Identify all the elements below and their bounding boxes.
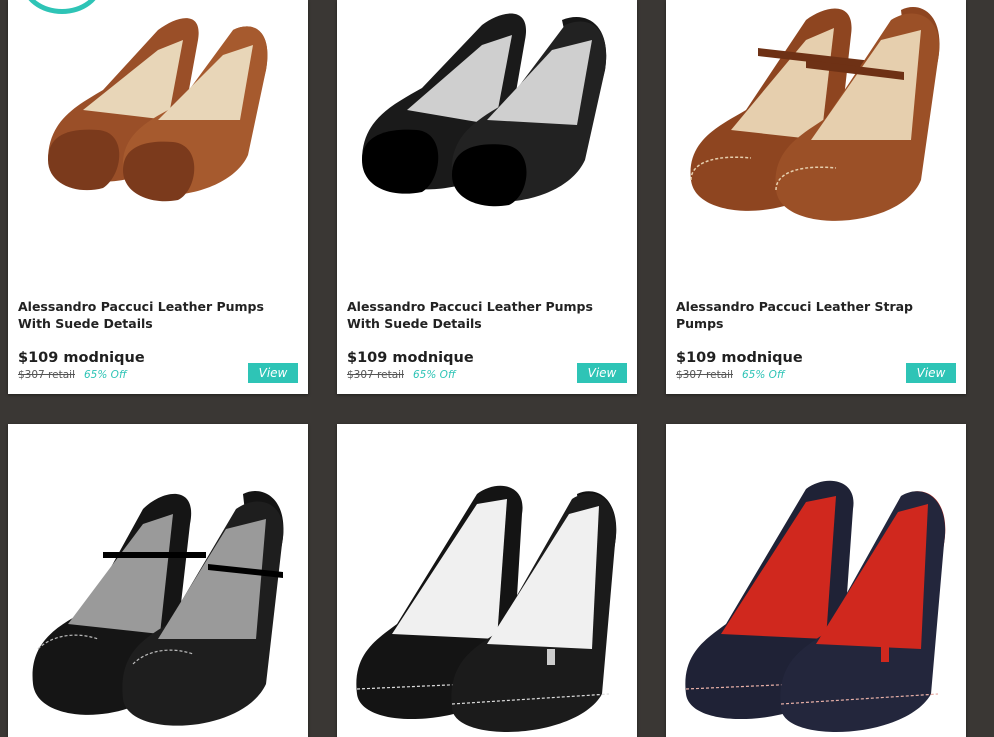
- product-image[interactable]: [8, 0, 308, 280]
- product-card[interactable]: [337, 424, 637, 737]
- product-image[interactable]: [8, 424, 308, 737]
- product-discount: 65% Off: [84, 369, 127, 381]
- product-card[interactable]: [666, 424, 966, 737]
- product-image[interactable]: [666, 0, 966, 280]
- product-discount: 65% Off: [413, 369, 456, 381]
- product-image[interactable]: [337, 0, 637, 280]
- product-card[interactable]: Alessandro Paccuci Leather Strap Pumps $…: [666, 0, 966, 394]
- black-suede-pumps-image: [362, 13, 607, 207]
- product-title[interactable]: Alessandro Paccuci Leather Pumps With Su…: [347, 298, 627, 332]
- product-retail-price: $307 retail: [676, 369, 733, 381]
- product-card[interactable]: [8, 424, 308, 737]
- product-card[interactable]: Alessandro Paccuci Leather Pumps With Su…: [8, 0, 308, 394]
- view-button[interactable]: View: [906, 363, 956, 383]
- product-price: $109 modnique: [18, 350, 145, 366]
- brown-suede-pumps-image: [48, 18, 268, 202]
- product-title[interactable]: Alessandro Paccuci Leather Strap Pumps: [676, 298, 956, 332]
- view-button[interactable]: View: [577, 363, 627, 383]
- product-retail-price: $307 retail: [347, 369, 404, 381]
- product-title[interactable]: Alessandro Paccuci Leather Pumps With Su…: [18, 298, 298, 332]
- product-price: $109 modnique: [347, 350, 474, 366]
- brown-strap-pumps-image: [690, 7, 940, 221]
- product-image[interactable]: [666, 424, 966, 737]
- black-strap-pumps-image: [32, 491, 284, 726]
- product-discount: 65% Off: [742, 369, 785, 381]
- view-button[interactable]: View: [248, 363, 298, 383]
- product-card[interactable]: Alessandro Paccuci Leather Pumps With Su…: [337, 0, 637, 394]
- black-platform-pumps-image: [356, 485, 617, 732]
- navy-red-platform-pumps-image: [685, 480, 946, 732]
- product-image[interactable]: [337, 424, 637, 737]
- product-price: $109 modnique: [676, 350, 803, 366]
- product-retail-price: $307 retail: [18, 369, 75, 381]
